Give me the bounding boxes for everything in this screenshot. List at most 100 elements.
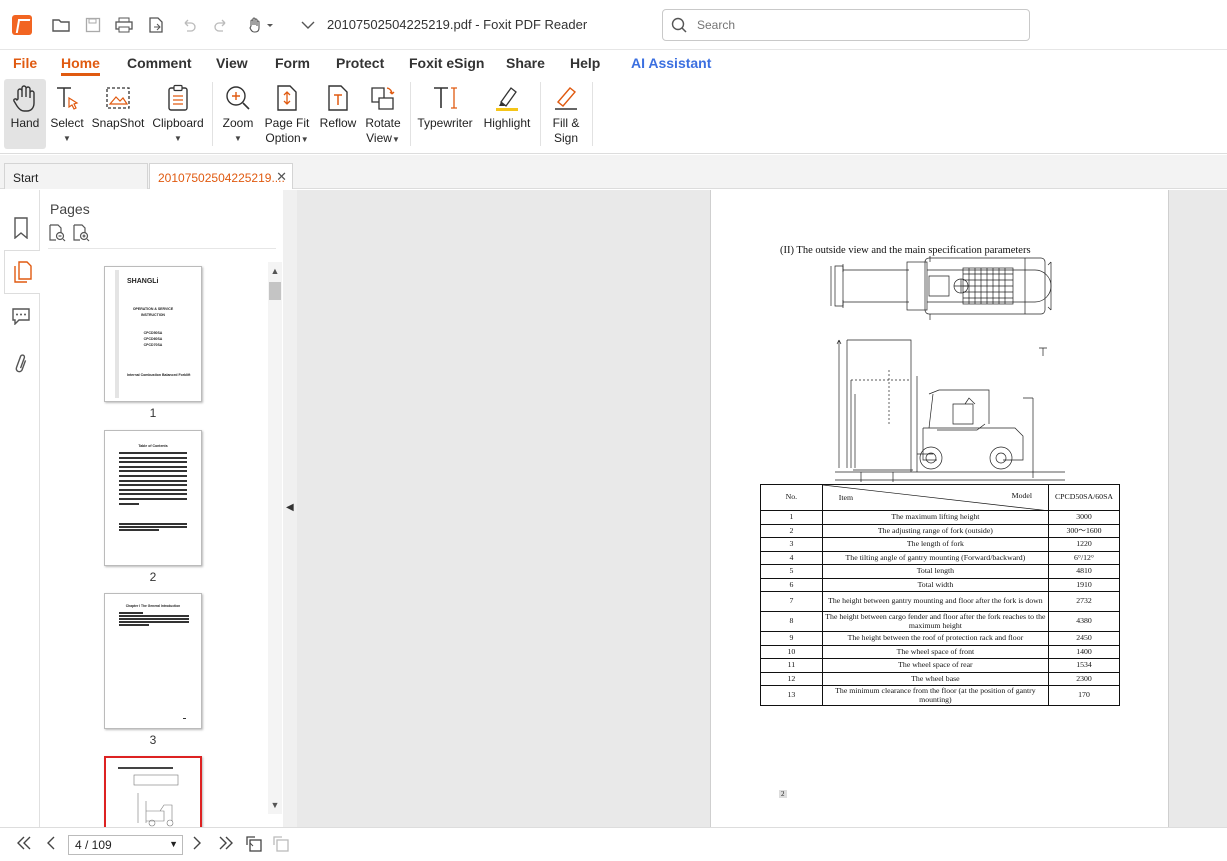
next-view-icon[interactable]	[272, 836, 290, 856]
menu-foxit-esign[interactable]: Foxit eSign	[409, 55, 484, 71]
thumb3-heading: Chapter I The General Introduction	[125, 604, 181, 608]
menu-bar: File Home Comment View Form Protect Foxi…	[0, 50, 1227, 76]
page-fit-option-button[interactable]: Page Fit Option▼	[262, 79, 312, 149]
search-input[interactable]	[697, 16, 1017, 34]
typewriter-button[interactable]: Typewriter	[416, 79, 474, 149]
menu-view[interactable]: View	[216, 55, 248, 71]
fill-sign-icon	[551, 83, 581, 113]
undo-icon[interactable]	[178, 14, 200, 36]
zoom-button[interactable]: Zoom ▼	[218, 79, 258, 149]
search-icon	[671, 17, 687, 36]
customize-chevron-icon[interactable]	[297, 14, 319, 36]
pages-scrollbar[interactable]: ▲ ▼	[268, 262, 282, 814]
menu-help[interactable]: Help	[570, 55, 600, 71]
tab-document-label: 20107502504225219....	[158, 171, 285, 185]
clipboard-caret-icon: ▼	[174, 134, 182, 143]
row-item: Total width	[821, 577, 1050, 592]
open-folder-icon[interactable]	[50, 14, 72, 36]
tab-document[interactable]: 20107502504225219.... ✕	[149, 163, 293, 189]
hand-button[interactable]: Hand	[4, 79, 46, 149]
collapse-panel-handle[interactable]: ◀	[283, 190, 297, 827]
rotate-view-icon	[368, 83, 398, 113]
page-heading: (II) The outside view and the main speci…	[780, 245, 1031, 256]
previous-page-icon[interactable]	[46, 836, 56, 854]
table-row: 10 The wheel space of front 1400	[760, 644, 1120, 659]
menu-home[interactable]: Home	[61, 55, 100, 76]
row-item: The height between cargo fender and floo…	[821, 611, 1050, 632]
last-page-icon[interactable]	[218, 836, 234, 854]
pages-panel-icon[interactable]	[4, 250, 40, 294]
menu-file[interactable]: File	[13, 55, 37, 71]
export-icon[interactable]	[145, 14, 167, 36]
next-page-icon[interactable]	[192, 836, 202, 854]
thumb2-toc-lines	[119, 452, 187, 505]
menu-share[interactable]: Share	[506, 55, 545, 71]
save-icon[interactable]	[82, 14, 104, 36]
menu-comment[interactable]: Comment	[127, 55, 192, 71]
table-row: 12 The wheel base 2300	[760, 671, 1120, 686]
header-item-model: Item Model	[821, 484, 1050, 511]
zoom-caret-icon: ▼	[234, 134, 242, 143]
thumb3-text-lines	[119, 612, 189, 626]
print-icon[interactable]	[113, 14, 135, 36]
document-viewer[interactable]: (II) The outside view and the main speci…	[297, 190, 1227, 827]
page-number-input[interactable]: 4 / 109 ▼	[68, 835, 183, 855]
row-value: 2450	[1048, 631, 1120, 646]
snapshot-button[interactable]: SnapShot	[90, 79, 146, 149]
typewriter-icon	[430, 83, 460, 113]
thumb1-brand: SHANGLi	[127, 278, 159, 285]
search-box[interactable]	[662, 9, 1030, 41]
clipboard-label: Clipboard	[152, 116, 204, 130]
close-tab-icon[interactable]: ✕	[276, 169, 287, 185]
ribbon-divider	[592, 82, 593, 146]
rotate-view-button[interactable]: Rotate View▼	[362, 79, 404, 149]
collapse-left-icon: ◀	[286, 502, 294, 513]
table-row: 1 The maximum lifting height 3000	[760, 510, 1120, 525]
page-thumbnail-1[interactable]: SHANGLi OPERATION & SERVICE INSTRUCTION …	[104, 266, 202, 402]
tab-start-label: Start	[13, 171, 39, 185]
reflow-button[interactable]: Reflow	[318, 79, 358, 149]
menu-form[interactable]: Form	[275, 55, 310, 71]
scrollbar-thumb[interactable]	[269, 282, 281, 300]
page-thumbnail-2[interactable]: Table of Contents	[104, 430, 202, 566]
first-page-icon[interactable]	[16, 836, 32, 854]
attachments-icon[interactable]	[6, 348, 36, 380]
forklift-top-view-drawing	[830, 256, 1052, 320]
redo-icon[interactable]	[210, 14, 232, 36]
row-no: 7	[760, 591, 823, 612]
fill-sign-button[interactable]: Fill & Sign	[546, 79, 586, 149]
menu-ai-assistant[interactable]: AI Assistant	[631, 55, 711, 71]
zoom-label: Zoom	[222, 116, 254, 130]
clipboard-button[interactable]: Clipboard ▼	[150, 79, 206, 149]
header-model: Model	[1011, 491, 1033, 500]
highlight-button[interactable]: Highlight	[480, 79, 534, 149]
row-value: 170	[1048, 685, 1120, 706]
row-item: The wheel space of front	[821, 644, 1050, 659]
row-value: 1400	[1048, 644, 1120, 659]
hand-tool-dropdown-icon[interactable]	[244, 14, 278, 36]
row-value: 3000	[1048, 510, 1120, 525]
zoom-out-thumbnails-icon[interactable]	[48, 224, 66, 245]
bookmarks-icon[interactable]	[6, 212, 36, 244]
window-title: 20107502504225219.pdf - Foxit PDF Reader	[327, 17, 588, 32]
select-button[interactable]: Select ▼	[50, 79, 84, 149]
menu-protect[interactable]: Protect	[336, 55, 384, 71]
select-caret-icon: ▼	[63, 134, 71, 143]
comments-icon[interactable]	[6, 300, 36, 332]
thumb3-page-mark	[183, 718, 186, 719]
page-thumbnail-4-current[interactable]	[104, 756, 202, 836]
tab-start[interactable]: Start	[4, 163, 148, 189]
row-value: 300～1600	[1048, 523, 1120, 538]
row-no: 3	[760, 537, 823, 552]
header-value: CPCD50SA/60SA	[1048, 484, 1120, 511]
table-header-row: No. Item Model CPCD50SA/60SA	[760, 484, 1120, 511]
previous-view-icon[interactable]	[245, 836, 263, 856]
scroll-up-icon[interactable]: ▲	[269, 266, 281, 276]
table-row: 7 The height between gantry mounting and …	[760, 591, 1120, 612]
navigation-panel-strip	[0, 190, 40, 827]
row-value: 2300	[1048, 671, 1120, 686]
zoom-in-thumbnails-icon[interactable]	[72, 224, 90, 245]
page-dropdown-icon[interactable]: ▼	[169, 839, 178, 849]
scroll-down-icon[interactable]: ▼	[269, 800, 281, 810]
page-thumbnail-3[interactable]: Chapter I The General Introduction	[104, 593, 202, 729]
